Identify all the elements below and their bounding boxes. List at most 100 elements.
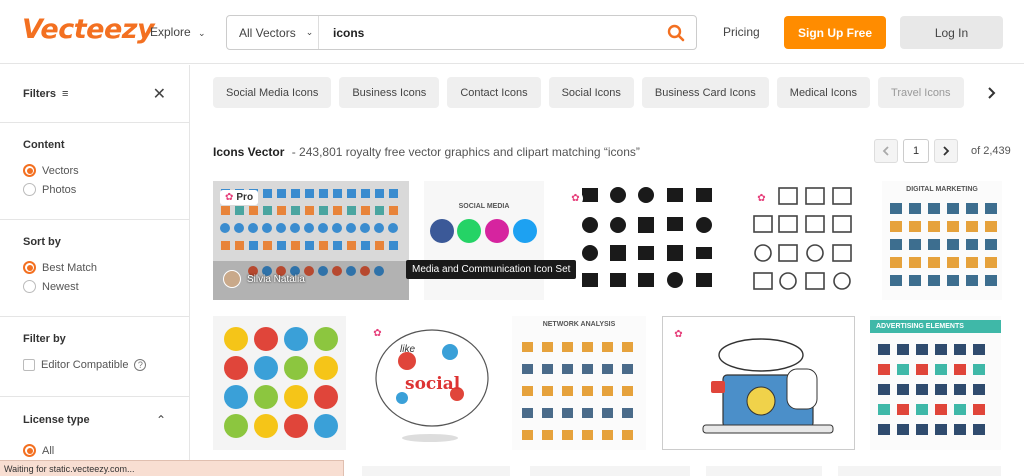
content-title: Content xyxy=(23,139,65,151)
pagination: 1 of 2,439 xyxy=(874,139,1011,163)
tile-caption: NETWORK ANALYSIS xyxy=(542,321,616,328)
avatar xyxy=(223,270,241,288)
results-heading: Icons Vector - 243,801 royalty free vect… xyxy=(213,145,640,159)
license-section: License type ⌃ All xyxy=(0,397,189,460)
flat-circle-icons-thumbnail xyxy=(224,327,338,438)
tag-chip[interactable]: Travel Icons xyxy=(878,77,964,108)
log-in-button[interactable]: Log In xyxy=(900,16,1003,49)
radio-label: Vectors xyxy=(42,164,79,177)
license-header[interactable]: License type ⌃ xyxy=(23,413,166,427)
filters-header: Filters ≡ ✕ xyxy=(0,65,189,123)
tag-chip[interactable]: Business Card Icons xyxy=(641,77,769,108)
result-tile-flat-circle-icons[interactable] xyxy=(213,316,346,450)
radio-license-all[interactable]: All xyxy=(23,441,166,460)
browser-status-bar: Waiting for static.vecteezy.com... xyxy=(0,460,344,476)
radio-label: Photos xyxy=(42,183,77,196)
filters-title-wrap: Filters ≡ xyxy=(23,88,68,100)
explore-menu[interactable]: Explore ⌄ xyxy=(150,25,206,39)
radio-vectors[interactable]: Vectors xyxy=(23,161,166,180)
search-type-select[interactable]: All Vectors ⌄ xyxy=(227,16,319,49)
tile-tooltip: Media and Communication Icon Set xyxy=(406,260,577,279)
result-tile-social-media[interactable]: SOCIAL MEDIA xyxy=(424,181,544,300)
filter-by-title: Filter by xyxy=(23,333,66,345)
chevron-up-icon: ⌃ xyxy=(155,413,166,427)
chevron-down-icon: ⌄ xyxy=(198,28,206,38)
like-word: like xyxy=(400,344,416,355)
pro-star-icon: ✿ xyxy=(754,191,769,206)
social-word: social xyxy=(405,374,461,394)
result-tile-business-icons[interactable]: ✿ xyxy=(560,181,731,300)
pro-star-icon: ✿ xyxy=(568,191,583,206)
vecteezy-logo[interactable]: Vecteezy xyxy=(22,14,155,45)
pro-label: Pro xyxy=(236,192,254,203)
prev-page-button[interactable] xyxy=(874,139,898,163)
author-info[interactable]: Silvia Natalia xyxy=(223,270,305,288)
radio-label: Best Match xyxy=(42,261,98,274)
search-icon xyxy=(667,24,685,41)
search-input[interactable] xyxy=(319,16,656,49)
filter-lines-icon: ≡ xyxy=(62,87,69,100)
related-tags: Social Media Icons Business Icons Contac… xyxy=(213,77,973,109)
result-tile-social-media-laptop[interactable]: ✿ xyxy=(662,316,855,450)
result-tile-network-analysis[interactable]: NETWORK ANALYSIS xyxy=(512,316,646,450)
radio-checked-icon xyxy=(23,261,36,274)
tile-caption: DIGITAL MARKETING xyxy=(906,186,978,193)
page-count: of 2,439 xyxy=(971,145,1011,157)
pro-star-icon: ✿ xyxy=(370,326,385,341)
author-name: Silvia Natalia xyxy=(247,273,305,285)
filter-by-section: Filter by Editor Compatible ? xyxy=(0,317,189,397)
tile-caption: ADVERTISING ELEMENTS xyxy=(876,323,964,330)
tag-chip[interactable]: Business Icons xyxy=(339,77,440,108)
tag-chip[interactable]: Social Icons xyxy=(548,77,634,108)
tag-chip[interactable]: Social Media Icons xyxy=(213,77,332,108)
license-title: License type xyxy=(23,414,90,426)
pro-badge: ✿ Pro xyxy=(220,190,259,205)
result-tile-partial[interactable] xyxy=(706,466,822,476)
network-analysis-thumbnail xyxy=(522,342,633,440)
explore-label: Explore xyxy=(150,25,191,39)
social-media-thumbnail xyxy=(430,219,537,243)
content-filter-section: Content Vectors Photos xyxy=(0,123,189,220)
result-tile-partial[interactable] xyxy=(838,466,1001,476)
chevron-right-icon[interactable] xyxy=(983,85,999,101)
tag-chip[interactable]: Contact Icons xyxy=(447,77,541,108)
radio-newest[interactable]: Newest xyxy=(23,277,166,296)
close-icon[interactable]: ✕ xyxy=(153,84,166,104)
search-button[interactable] xyxy=(656,16,696,49)
search-type-label: All Vectors xyxy=(239,25,296,40)
results-title: Icons Vector xyxy=(213,145,285,159)
tag-chip[interactable]: Medical Icons xyxy=(776,77,871,108)
laptop-illustration-thumbnail xyxy=(702,338,834,434)
checkbox-icon xyxy=(23,358,35,371)
next-page-button[interactable] xyxy=(934,139,958,163)
radio-photos[interactable]: Photos xyxy=(23,180,166,199)
tile-caption: SOCIAL MEDIA xyxy=(458,203,510,210)
result-tile-social-doodle[interactable]: ✿ social like xyxy=(362,316,496,450)
sort-title: Sort by xyxy=(23,236,61,248)
radio-label: Newest xyxy=(42,280,79,293)
filters-sidebar: Filters ≡ ✕ Content Vectors Photos Sort … xyxy=(0,65,190,476)
filters-title: Filters xyxy=(23,87,57,100)
editor-compatible-checkbox[interactable]: Editor Compatible ? xyxy=(23,355,166,374)
chevron-left-icon xyxy=(882,146,889,156)
radio-label: All xyxy=(42,444,55,457)
top-header: Vecteezy Explore ⌄ All Vectors ⌄ Pricing… xyxy=(0,0,1024,64)
radio-checked-icon xyxy=(23,444,36,457)
result-tile-partial[interactable] xyxy=(530,466,690,476)
radio-checked-icon xyxy=(23,164,36,177)
result-tile-advertising-elements[interactable]: ADVERTISING ELEMENTS xyxy=(870,316,1001,450)
advertising-thumbnail xyxy=(878,344,985,435)
result-tile-media-communication[interactable]: ✿ Pro Silvia Natalia xyxy=(213,181,409,300)
sort-section: Sort by Best Match Newest xyxy=(0,220,189,317)
pricing-link[interactable]: Pricing xyxy=(723,25,760,39)
radio-best-match[interactable]: Best Match xyxy=(23,258,166,277)
result-tile-line-icons[interactable]: ✿ xyxy=(746,181,866,300)
result-tile-partial[interactable] xyxy=(362,466,510,476)
sign-up-button[interactable]: Sign Up Free xyxy=(784,16,886,49)
checkbox-label: Editor Compatible xyxy=(41,358,129,371)
page-number-input[interactable]: 1 xyxy=(903,139,929,163)
results-subtitle: - 243,801 royalty free vector graphics a… xyxy=(291,145,640,159)
search-bar: All Vectors ⌄ xyxy=(226,15,697,50)
help-icon[interactable]: ? xyxy=(134,358,147,371)
result-tile-digital-marketing[interactable]: DIGITAL MARKETING xyxy=(882,181,1002,300)
